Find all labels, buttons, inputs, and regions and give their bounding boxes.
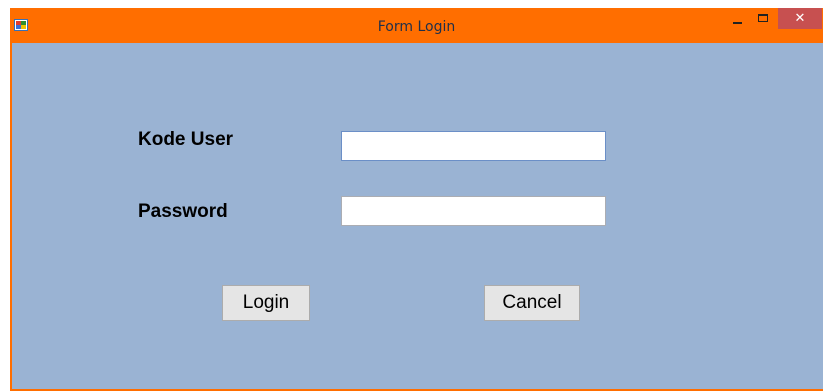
minimize-icon xyxy=(733,22,742,24)
window-title: Form Login xyxy=(377,19,456,35)
login-window: Form Login ✕ Kode User Password Login Ca… xyxy=(10,8,823,391)
kode-user-input[interactable] xyxy=(341,131,606,161)
form-client-area: Kode User Password Login Cancel xyxy=(12,43,823,389)
title-bar[interactable]: Form Login ✕ xyxy=(10,8,823,42)
cancel-button[interactable]: Cancel xyxy=(484,285,580,321)
maximize-icon xyxy=(758,14,768,22)
password-input[interactable] xyxy=(341,196,606,226)
login-button[interactable]: Login xyxy=(222,285,310,321)
minimize-button[interactable] xyxy=(723,8,750,30)
close-button[interactable]: ✕ xyxy=(778,8,822,29)
kode-user-label: Kode User xyxy=(138,129,234,150)
password-label: Password xyxy=(138,201,228,222)
maximize-button[interactable] xyxy=(750,8,777,30)
close-icon: ✕ xyxy=(794,11,806,26)
